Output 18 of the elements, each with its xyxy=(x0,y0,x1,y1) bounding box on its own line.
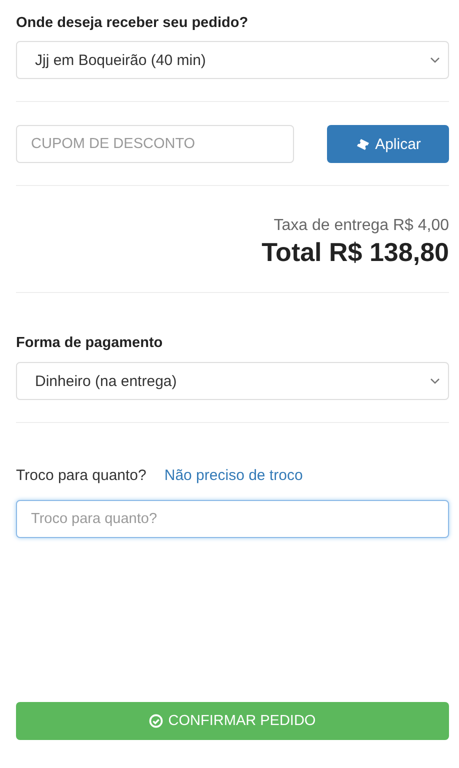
change-label: Troco para quanto? xyxy=(16,467,146,484)
dropdown-value: Dinheiro (na entrega) xyxy=(35,372,177,390)
check-circle-icon xyxy=(149,714,164,728)
dropdown-value: Jjj em Boqueirão (40 min) xyxy=(35,52,206,68)
no-change-link[interactable]: Não preciso de troco xyxy=(164,467,303,484)
chevron-down-icon xyxy=(430,378,440,384)
coupon-field[interactable]: CUPOM DE DESCONTO xyxy=(16,125,294,163)
delivery-fee: Taxa de entrega R$ 4,00 xyxy=(272,217,449,235)
apply-button[interactable]: Aplicar xyxy=(327,125,449,163)
confirm-order-button[interactable]: CONFIRMAR PEDIDO xyxy=(16,702,449,740)
dropdown[interactable]: Jjj em Boqueirão (40 min) xyxy=(16,41,449,79)
order-total: Total R$ 138,80 xyxy=(260,237,449,268)
section-label: Onde deseja receber seu pedido? xyxy=(16,15,250,31)
dropdown[interactable]: Dinheiro (na entrega) xyxy=(16,362,449,400)
ticket-icon xyxy=(355,138,370,150)
section-label: Forma de pagamento xyxy=(16,335,164,351)
chevron-down-icon xyxy=(430,57,440,63)
change-field[interactable]: Troco para quanto? xyxy=(16,500,449,538)
